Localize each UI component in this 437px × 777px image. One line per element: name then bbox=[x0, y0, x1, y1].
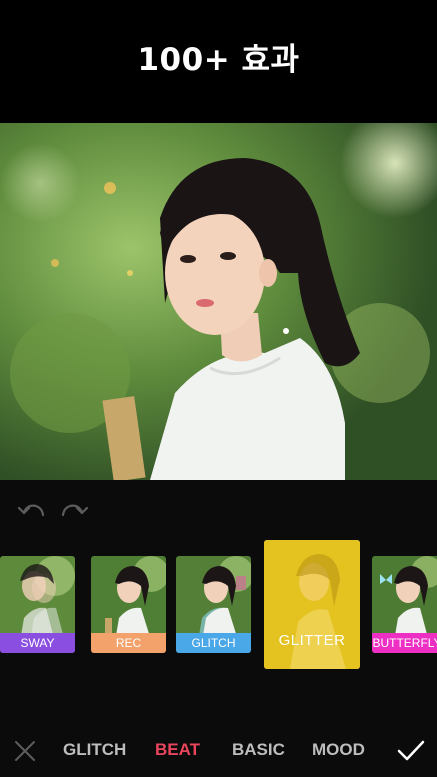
effect-sway[interactable]: SWAY bbox=[0, 556, 75, 653]
tab-glitch[interactable]: GLITCH bbox=[63, 740, 126, 760]
effect-glitch[interactable]: GLITCH bbox=[176, 556, 251, 653]
effect-label: GLITTER bbox=[278, 632, 346, 649]
page-title: 100+ 효과 bbox=[137, 42, 300, 78]
effect-label: BUTTERFLY bbox=[372, 633, 437, 653]
photo-preview bbox=[0, 123, 437, 480]
tab-beat[interactable]: BEAT bbox=[155, 740, 200, 760]
effect-label: REC bbox=[91, 633, 166, 653]
tab-basic[interactable]: BASIC bbox=[232, 740, 285, 760]
tab-mood[interactable]: MOOD bbox=[312, 740, 365, 760]
effect-glitter[interactable]: GLITTER bbox=[264, 540, 360, 669]
effects-carousel[interactable]: SWAY REC GLITCH GLITTER BUTTERFLY bbox=[0, 540, 437, 680]
checkmark-icon[interactable] bbox=[396, 738, 426, 764]
effect-label: SWAY bbox=[0, 633, 75, 653]
effect-label: GLITCH bbox=[176, 633, 251, 653]
effect-butterfly[interactable]: BUTTERFLY bbox=[372, 556, 437, 653]
portrait-photo bbox=[0, 123, 437, 480]
effect-thumbnail bbox=[264, 540, 360, 669]
redo-icon[interactable] bbox=[60, 498, 90, 522]
effect-rec[interactable]: REC bbox=[91, 556, 166, 653]
close-icon[interactable] bbox=[12, 738, 38, 764]
undo-icon[interactable] bbox=[16, 498, 46, 522]
category-tab-bar: GLITCH BEAT BASIC MOOD bbox=[0, 728, 437, 772]
